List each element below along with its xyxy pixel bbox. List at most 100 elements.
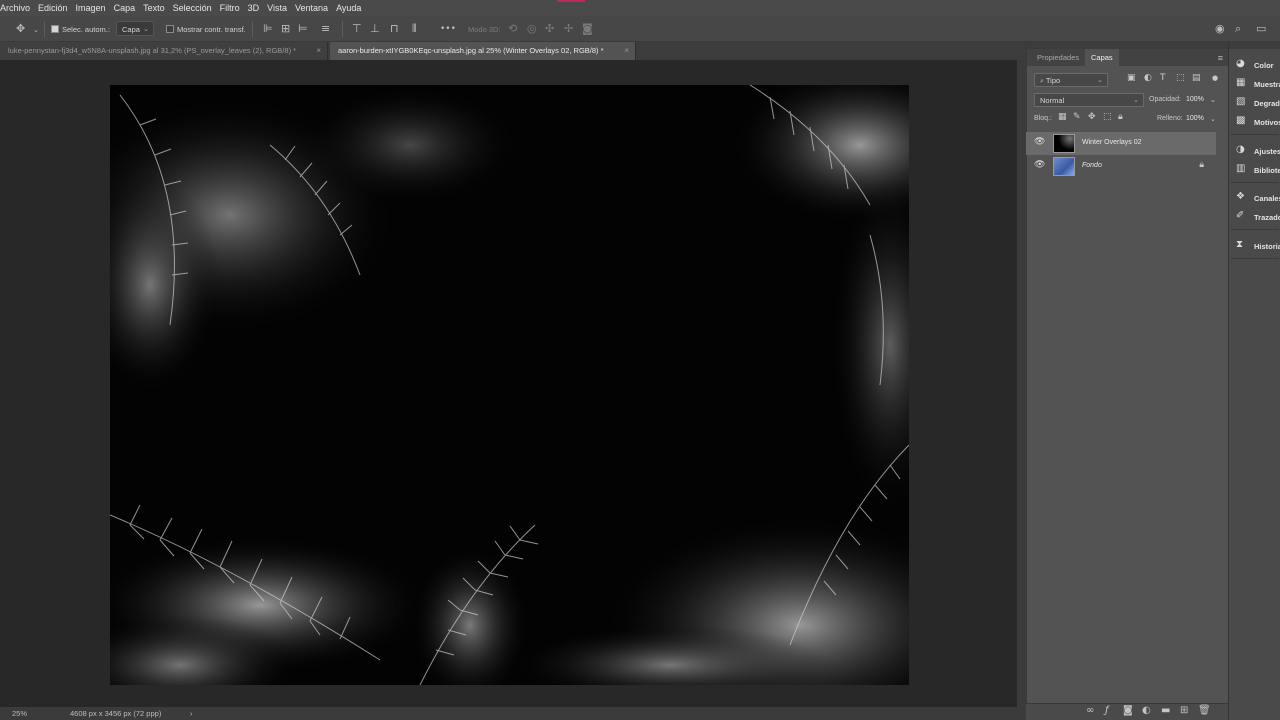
- menu-archivo[interactable]: Archivo: [0, 3, 30, 13]
- trash-icon[interactable]: 🗑︎: [1198, 705, 1211, 716]
- dock-item-paths[interactable]: ✐ Trazados: [1229, 208, 1280, 227]
- tab-capas[interactable]: Capas: [1085, 49, 1119, 66]
- divider: [1231, 258, 1279, 259]
- menu-filtro[interactable]: Filtro: [220, 3, 240, 13]
- orbit-3d-icon[interactable]: ⟲: [508, 22, 517, 36]
- dock-label: Historia: [1254, 242, 1280, 251]
- menu-seleccion[interactable]: Selección: [173, 3, 212, 13]
- tool-preset-chevron-icon[interactable]: ⌄: [33, 23, 39, 37]
- tab-propiedades[interactable]: Propiedades: [1031, 49, 1085, 66]
- dock-item-color[interactable]: ◕ Color: [1229, 56, 1280, 75]
- move-tool-icon[interactable]: ✥: [16, 22, 25, 36]
- dock-item-swatches[interactable]: ▦ Muestras: [1229, 75, 1280, 94]
- layer-filter-row: ⌕ Tipo ⌄ ▣ ◐ T ⬚ ▤ ●: [1032, 73, 1220, 88]
- filter-pixel-icon[interactable]: ▣: [1127, 73, 1136, 83]
- lock-position-icon[interactable]: ✥: [1088, 112, 1096, 122]
- lock-artboard-icon[interactable]: ⬚: [1103, 112, 1112, 122]
- mask-icon[interactable]: ◙: [1123, 705, 1133, 716]
- dock-item-gradients[interactable]: ▧ Degradados: [1229, 94, 1280, 113]
- menu-capa[interactable]: Capa: [114, 3, 136, 13]
- dock-item-channels[interactable]: ❖ Canales: [1229, 189, 1280, 208]
- workspace-icon[interactable]: ▭: [1256, 22, 1266, 36]
- filter-shape-icon[interactable]: ⬚: [1176, 73, 1185, 83]
- align-bottom-icon[interactable]: ⊓: [390, 22, 399, 36]
- menu-bar: Archivo Edición Imagen Capa Texto Selecc…: [0, 0, 1280, 16]
- menu-vista[interactable]: Vista: [267, 3, 287, 13]
- lock-pixels-icon[interactable]: ✎: [1073, 112, 1081, 122]
- layer-name: Fondo: [1082, 162, 1102, 169]
- layer-row-fondo[interactable]: 👁︎ Fondo 🔒︎: [1026, 155, 1216, 178]
- fill-value[interactable]: 100%: [1186, 115, 1204, 122]
- show-transform-checkbox[interactable]: [166, 25, 174, 33]
- filter-kind-value: Tipo: [1045, 76, 1061, 85]
- roll-3d-icon[interactable]: ◎: [527, 22, 537, 36]
- divider: [1231, 229, 1279, 230]
- align-left-icon[interactable]: ⊫: [263, 22, 273, 36]
- filter-kind-dropdown[interactable]: ⌕ Tipo ⌄: [1034, 73, 1108, 87]
- tab-document-2[interactable]: aaron-burden-xtIYGB0KEqc-unsplash.jpg al…: [330, 42, 636, 60]
- winter-overlay-image: [110, 85, 909, 685]
- slide-3d-icon[interactable]: ✢: [564, 22, 573, 36]
- new-layer-icon[interactable]: ⊞: [1180, 705, 1188, 716]
- search-icon[interactable]: ⌕: [1235, 22, 1241, 36]
- divider: [252, 21, 253, 37]
- distribute-vertical-icon[interactable]: ⫴: [412, 22, 417, 36]
- adjustment-icon[interactable]: ◐: [1142, 705, 1151, 716]
- filter-type-icon[interactable]: T: [1160, 73, 1166, 83]
- distribute-icon[interactable]: ≡: [321, 22, 330, 36]
- options-bar: ✥ ⌄ Selec. autom.: Capa ⌄ Mostrar contr.…: [0, 16, 1280, 42]
- align-middle-icon[interactable]: ⊥: [370, 22, 380, 36]
- tab-document-1[interactable]: luke-pennystan-fj3d4_w5N8A-unsplash.jpg …: [0, 42, 328, 60]
- chevron-down-icon[interactable]: ⌄: [1210, 96, 1216, 104]
- panel-collapse-strip[interactable]: [1027, 42, 1229, 49]
- divider: [1231, 182, 1279, 183]
- zoom-level[interactable]: 25%: [12, 709, 27, 718]
- fx-icon[interactable]: ƒ: [1105, 705, 1109, 716]
- close-icon[interactable]: ×: [316, 46, 321, 55]
- divider: [1231, 134, 1279, 135]
- menu-edicion[interactable]: Edición: [38, 3, 68, 13]
- divider: [44, 21, 45, 37]
- align-right-icon[interactable]: ⊨: [298, 22, 308, 36]
- menu-texto[interactable]: Texto: [143, 3, 165, 13]
- folder-icon[interactable]: ▬: [1161, 705, 1170, 716]
- align-top-icon[interactable]: ⊤: [352, 22, 362, 36]
- document-canvas[interactable]: [110, 85, 909, 685]
- opacity-value[interactable]: 100%: [1186, 96, 1204, 103]
- more-options-icon[interactable]: •••: [440, 22, 456, 36]
- layer-row-winter-overlays[interactable]: 👁︎ Winter Overlays 02: [1026, 132, 1216, 155]
- chevron-down-icon[interactable]: ⌄: [1210, 115, 1216, 123]
- camera-3d-icon[interactable]: ◙: [582, 22, 593, 36]
- vertical-scrollbar[interactable]: [1017, 60, 1026, 707]
- auto-select-target-dropdown[interactable]: Capa ⌄: [116, 21, 154, 36]
- filter-toggle-icon[interactable]: ●: [1212, 74, 1218, 82]
- menu-ventana[interactable]: Ventana: [295, 3, 328, 13]
- paths-icon: ✐: [1236, 210, 1245, 221]
- lock-transparent-icon[interactable]: ▦: [1058, 112, 1067, 122]
- blend-mode-dropdown[interactable]: Normal ⌄: [1034, 93, 1144, 107]
- close-icon[interactable]: ×: [624, 46, 629, 55]
- visibility-eye-icon[interactable]: 👁︎: [1034, 137, 1045, 147]
- menu-ayuda[interactable]: Ayuda: [336, 3, 361, 13]
- menu-3d[interactable]: 3D: [248, 3, 260, 13]
- dock-item-patterns[interactable]: ▩ Motivos: [1229, 113, 1280, 132]
- filter-smart-object-icon[interactable]: ▤: [1192, 73, 1201, 83]
- dock-item-libraries[interactable]: ▥ Bibliotecas: [1229, 161, 1280, 180]
- visibility-eye-icon[interactable]: 👁︎: [1034, 160, 1045, 170]
- panel-menu-icon[interactable]: ≡: [1218, 53, 1223, 63]
- menu-imagen[interactable]: Imagen: [76, 3, 106, 13]
- dock-collapse-strip[interactable]: [1229, 42, 1280, 49]
- dock-item-adjustments[interactable]: ◑ Ajustes: [1229, 142, 1280, 161]
- filter-adjustment-icon[interactable]: ◐: [1144, 73, 1152, 83]
- search-icon: ⌕: [1040, 77, 1044, 85]
- align-center-h-icon[interactable]: ⊞: [281, 22, 290, 36]
- auto-select-checkbox[interactable]: [51, 25, 59, 33]
- dock-label: Bibliotecas: [1254, 166, 1280, 175]
- status-arrow-icon[interactable]: ›: [190, 709, 193, 718]
- user-icon[interactable]: ◉: [1215, 22, 1225, 36]
- drag-3d-icon[interactable]: ✣: [545, 22, 554, 36]
- dock-label: Degradados: [1254, 99, 1280, 108]
- lock-all-icon[interactable]: 🔒︎: [1118, 112, 1123, 122]
- dock-item-history[interactable]: ⧗ Historia: [1229, 237, 1280, 256]
- link-icon[interactable]: ∞: [1086, 705, 1094, 716]
